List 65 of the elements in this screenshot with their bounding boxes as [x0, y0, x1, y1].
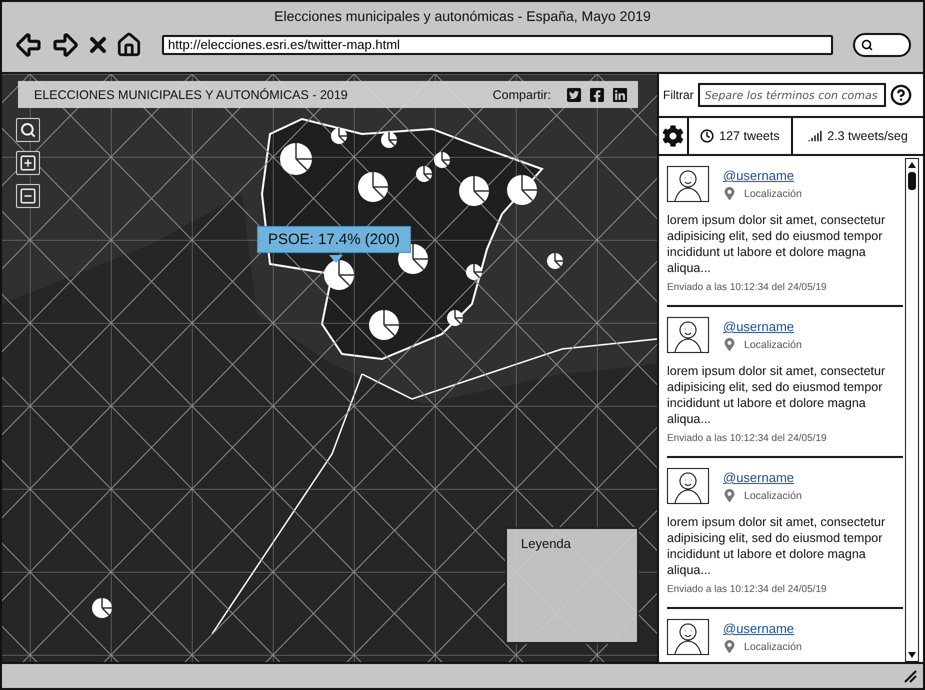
zoom-out-button[interactable]	[16, 184, 40, 208]
tooltip-pointer	[329, 255, 343, 263]
facebook-icon[interactable]	[589, 86, 605, 102]
pie-chart-icon[interactable]	[547, 252, 564, 269]
search-button[interactable]	[16, 118, 40, 142]
pie-chart-icon[interactable]	[416, 165, 433, 182]
location-pin-icon	[723, 187, 736, 200]
pie-chart-icon[interactable]	[447, 309, 464, 326]
search-field[interactable]	[853, 33, 911, 57]
avatar-icon	[667, 619, 709, 655]
avatar-icon	[667, 166, 709, 202]
window-title: Elecciones municipales y autonómicas - España, Mayo 2019	[274, 7, 651, 26]
tweet-text: lorem ipsum dolor sit amet, consectetur adipisicing elit, sed do eiusmod tempor incididunt ut labore et dolore magna aliqua...	[667, 514, 886, 578]
username-link[interactable]: @username	[723, 470, 802, 485]
pie-chart-icon[interactable]	[92, 597, 113, 618]
filter-label: Filtrar	[663, 88, 694, 102]
tweet-text: lorem ipsum dolor sit amet, consectetur adipisicing elit, sed do eiusmod tempor incididunt ut labore et dolore magna aliqua...	[667, 363, 886, 427]
location-pin-icon	[723, 489, 736, 502]
location-text: Localización	[744, 338, 802, 350]
linkedin-icon[interactable]	[612, 86, 628, 102]
tweet-rate: 2.3 tweets/seg	[827, 129, 908, 143]
map-title: ELECCIONES MUNICIPALES Y AUTONÓMICAS - 2019	[34, 88, 349, 102]
location-text: Localización	[744, 490, 802, 502]
username-link[interactable]: @username	[723, 319, 802, 334]
username-link[interactable]: @username	[723, 168, 802, 183]
pie-chart-icon[interactable]	[466, 263, 483, 280]
pie-chart-icon[interactable]	[324, 259, 355, 290]
pie-chart-icon[interactable]	[507, 174, 538, 205]
plus-icon	[19, 154, 37, 172]
location-text: Localización	[744, 640, 802, 652]
help-icon[interactable]	[890, 84, 912, 106]
search-icon	[20, 122, 36, 138]
tweet-text: lorem ipsum dolor sit amet, consectetur adipisicing elit, sed do eiusmod tempor incididunt ut labore et dolore magna aliqua...	[667, 212, 886, 276]
resize-grip-icon[interactable]	[903, 669, 917, 683]
legend-title: Leyenda	[521, 536, 571, 551]
scrollbar[interactable]	[905, 158, 919, 662]
location-pin-icon	[723, 640, 736, 653]
share-label: Compartir:	[492, 88, 551, 102]
pie-chart-icon[interactable]	[381, 131, 398, 148]
avatar-icon	[667, 317, 709, 353]
location-text: Localización	[744, 188, 802, 200]
tweet-timestamp: Enviado a las 10:12:34 del 24/05/19	[667, 433, 828, 444]
clock-icon	[700, 129, 714, 143]
pie-chart-icon[interactable]	[369, 309, 400, 340]
location-pin-icon	[723, 338, 736, 351]
map-tooltip: PSOE: 17.4% (200)	[257, 226, 411, 253]
filter-input[interactable]: Separe los términos con comas	[698, 83, 886, 107]
pie-chart-icon[interactable]	[434, 151, 451, 168]
pie-chart-icon[interactable]	[280, 142, 313, 175]
pie-chart-icon[interactable]	[331, 127, 348, 144]
tweet-count: 127 tweets	[719, 129, 780, 143]
tweet-timestamp: Enviado a las 10:12:34 del 24/05/19	[667, 584, 828, 595]
pie-chart-icon[interactable]	[459, 175, 490, 206]
username-link[interactable]: @username	[723, 621, 802, 636]
home-icon[interactable]	[116, 32, 142, 58]
signal-icon	[808, 129, 822, 143]
settings-icon[interactable]	[662, 125, 684, 147]
search-icon	[861, 39, 873, 51]
avatar-icon	[667, 468, 709, 504]
tweet-timestamp: Enviado a las 10:12:34 del 24/05/19	[667, 282, 828, 293]
pie-chart-icon[interactable]	[358, 171, 389, 202]
zoom-in-button[interactable]	[16, 151, 40, 175]
twitter-icon[interactable]	[566, 86, 582, 102]
address-field[interactable]: http://elecciones.esri.es/twitter-map.html	[162, 35, 833, 55]
minus-icon	[19, 187, 37, 205]
